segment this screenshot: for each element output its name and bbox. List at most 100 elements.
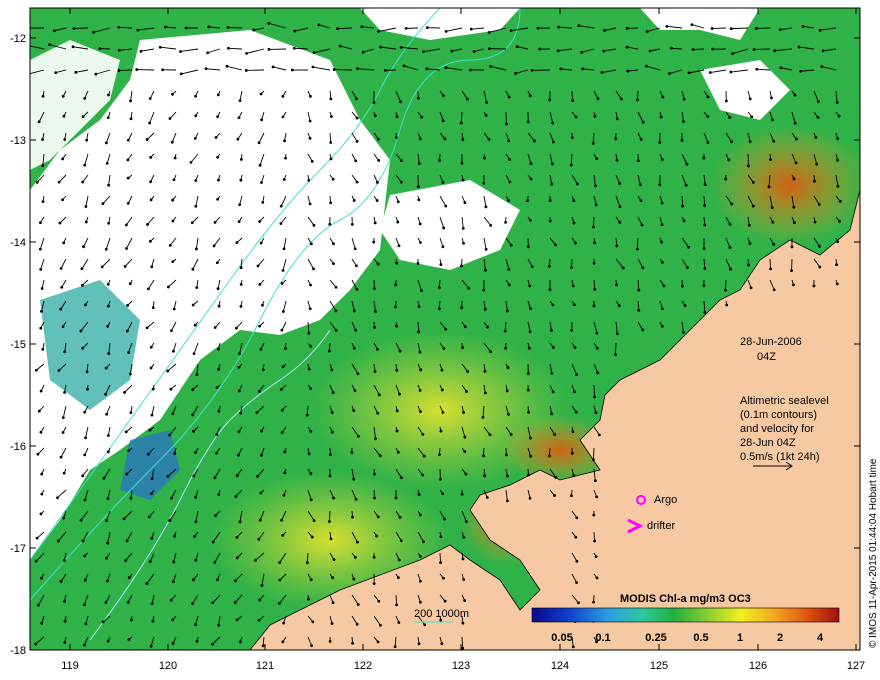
velocity-arrow-head	[379, 623, 382, 627]
velocity-arrow-head	[62, 241, 66, 245]
velocity-arrow-head	[206, 51, 210, 55]
velocity-arrow-head	[79, 329, 83, 333]
velocity-arrow-head	[725, 303, 729, 307]
velocity-arrow-head	[373, 114, 377, 118]
velocity-arrow-head	[438, 453, 441, 457]
velocity-arrow-head	[59, 266, 63, 270]
drifter-label: drifter	[647, 520, 675, 532]
velocity-arrow-head	[509, 433, 513, 436]
velocity-arrow-head	[356, 67, 359, 71]
velocity-arrow-head	[815, 162, 819, 166]
velocity-arrow-head	[799, 69, 803, 73]
velocity-arrow-head	[172, 178, 176, 182]
velocity-arrow-head	[171, 618, 175, 622]
velocity-arrow-head	[507, 412, 510, 416]
velocity-arrow-head	[146, 223, 149, 226]
velocity-arrow-head	[278, 578, 282, 582]
velocity-arrow-head	[312, 51, 316, 55]
velocity-arrow-head	[550, 412, 554, 416]
velocity-arrow-head	[279, 222, 283, 225]
velocity-arrow-head	[461, 557, 465, 561]
velocity-arrow-head	[792, 205, 796, 209]
velocity-arrow-head	[658, 141, 662, 144]
velocity-arrow-head	[730, 140, 733, 144]
velocity-arrow-head	[40, 472, 44, 476]
velocity-arrow-head	[506, 366, 510, 370]
velocity-arrow-head	[548, 199, 552, 202]
velocity-arrow-head	[40, 287, 44, 290]
velocity-arrow-head	[41, 200, 45, 204]
velocity-arrow-head	[328, 520, 331, 523]
velocity-arrow-head	[667, 72, 671, 76]
velocity-arrow-head	[526, 372, 530, 375]
velocity-arrow-head	[331, 576, 334, 580]
velocity-arrow-head	[439, 477, 442, 481]
velocity-arrow-head	[332, 558, 336, 562]
velocity-arrow-head	[508, 158, 512, 161]
velocity-arrow-head	[216, 287, 220, 290]
velocity-arrow-head	[376, 515, 380, 519]
velocity-arrow-head	[213, 476, 217, 480]
velocity-arrow-head	[641, 328, 645, 332]
velocity-arrow-head	[706, 141, 710, 144]
velocity-arrow-head	[661, 307, 664, 311]
velocity-arrow-head	[39, 512, 43, 516]
velocity-arrow-head	[355, 97, 358, 101]
velocity-arrow-head	[81, 539, 85, 543]
velocity-arrow-head	[149, 366, 153, 370]
velocity-arrow-head	[778, 28, 782, 32]
velocity-arrow-head	[292, 46, 296, 50]
velocity-arrow-head	[166, 475, 170, 478]
velocity-arrow-head	[355, 180, 359, 184]
velocity-arrow-head	[658, 183, 662, 187]
velocity-arrow-head	[572, 390, 576, 394]
velocity-arrow-head	[421, 473, 425, 477]
velocity-arrow-head	[417, 162, 421, 165]
velocity-arrow-head	[307, 331, 311, 335]
velocity-arrow-head	[239, 305, 243, 308]
velocity-arrow-head	[211, 642, 214, 646]
velocity-arrow-head	[372, 555, 376, 559]
velocity-arrow-head	[463, 599, 467, 602]
velocity-arrow-head	[354, 497, 358, 501]
velocity-arrow-head	[551, 390, 555, 394]
velocity-arrow-head	[122, 517, 126, 521]
velocity-arrow-head	[217, 347, 220, 351]
velocity-arrow-head	[595, 157, 599, 161]
velocity-arrow-head	[395, 115, 399, 119]
velocity-arrow-head	[577, 601, 580, 605]
velocity-arrow-head	[100, 265, 104, 269]
velocity-arrow-head	[398, 515, 402, 519]
velocity-arrow-head	[281, 268, 285, 272]
velocity-arrow-head	[483, 370, 487, 373]
velocity-arrow-head	[550, 182, 554, 186]
velocity-arrow-head	[257, 618, 261, 622]
velocity-arrow-head	[461, 621, 465, 625]
velocity-arrow-head	[419, 368, 423, 372]
velocity-arrow-head	[506, 309, 509, 313]
velocity-arrow-head	[125, 247, 128, 250]
velocity-arrow-head	[397, 621, 401, 624]
velocity-arrow-head	[329, 201, 333, 205]
velocity-arrow-head	[728, 116, 732, 119]
velocity-arrow-head	[258, 518, 262, 522]
velocity-arrow-head	[439, 535, 443, 539]
velocity-arrow-head	[503, 329, 507, 333]
velocity-arrow-head	[481, 416, 485, 419]
velocity-arrow-head	[194, 520, 198, 524]
velocity-arrow-head	[282, 621, 286, 625]
velocity-arrow-head	[82, 603, 86, 607]
velocity-arrow-head	[311, 620, 315, 624]
velocity-arrow-head	[747, 263, 751, 267]
velocity-arrow-head	[835, 263, 839, 267]
velocity-arrow-head	[61, 416, 65, 419]
velocity-arrow-head	[730, 202, 734, 206]
velocity-arrow-head	[147, 515, 151, 519]
velocity-arrow-head	[351, 515, 354, 519]
velocity-arrow-head	[528, 94, 532, 98]
velocity-arrow-head	[216, 578, 219, 582]
velocity-arrow-head	[571, 99, 575, 103]
velocity-arrow-head	[749, 286, 753, 290]
velocity-arrow-head	[193, 323, 197, 327]
velocity-arrow-head	[641, 120, 645, 124]
